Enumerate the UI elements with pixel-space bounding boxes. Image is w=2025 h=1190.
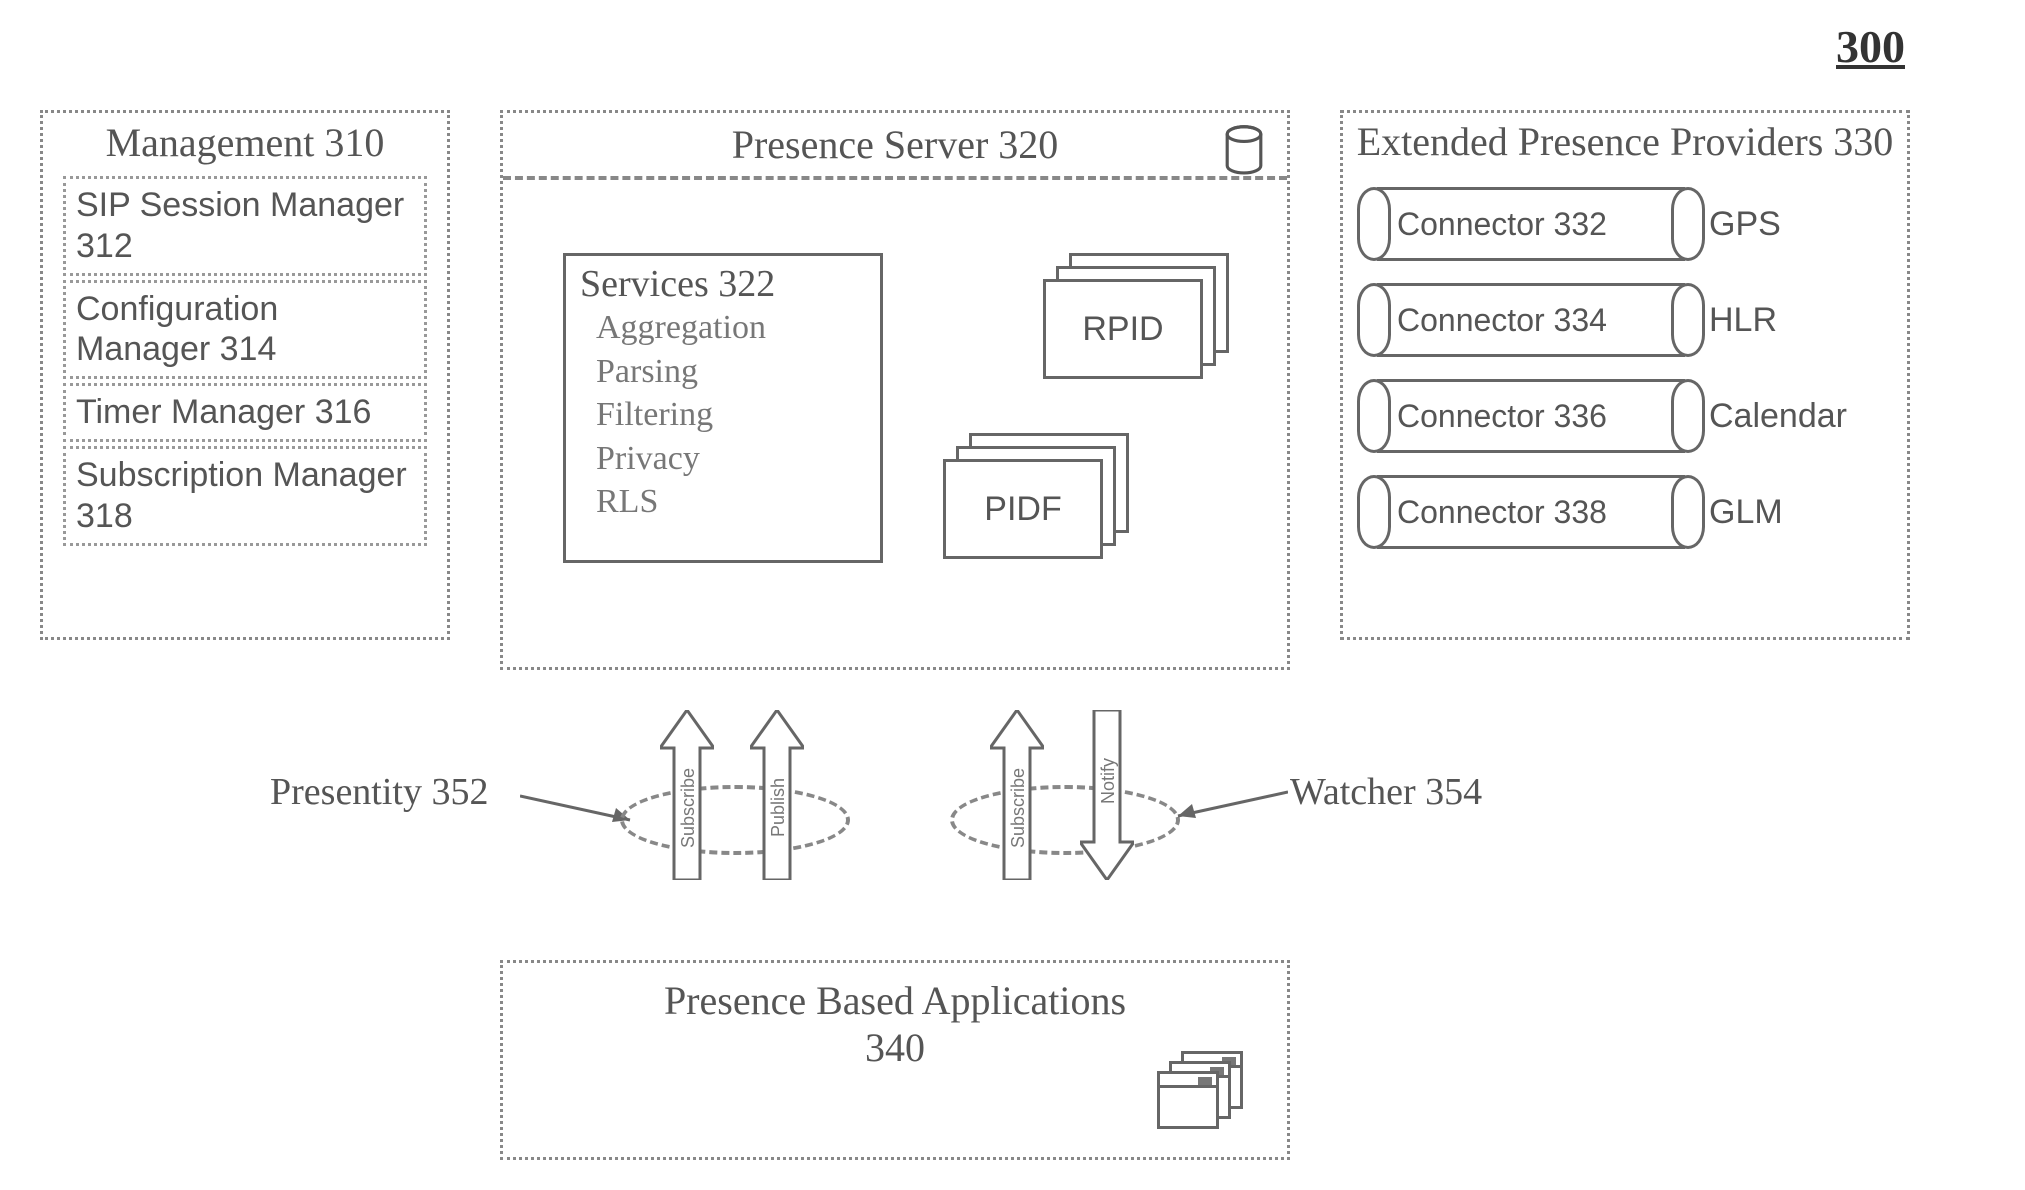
- watcher-pointer: [1168, 786, 1288, 826]
- connector-row: Connector 338 GLM: [1371, 475, 1879, 549]
- presence-server-title: Presence Server 320: [515, 121, 1275, 168]
- flow-area: Presentity 352 Subscribe Publish Watcher…: [0, 690, 2025, 950]
- service-item: Filtering: [596, 393, 866, 437]
- service-item: Privacy: [596, 437, 866, 481]
- service-item: Parsing: [596, 350, 866, 394]
- connector-row: Connector 332 GPS: [1371, 187, 1879, 261]
- management-title: Management 310: [43, 113, 447, 168]
- arrow-text: Notify: [1098, 758, 1119, 804]
- connector-label: Connector 334: [1397, 302, 1607, 339]
- database-icon: [1223, 125, 1265, 181]
- connector-label: Connector 338: [1397, 494, 1607, 531]
- service-item: RLS: [596, 480, 866, 524]
- arrow-text: Subscribe: [1008, 768, 1029, 848]
- pidf-label: PIDF: [984, 490, 1061, 529]
- management-box: Management 310 SIP Session Manager 312 C…: [40, 110, 450, 640]
- pidf-stack: PIDF: [943, 433, 1133, 573]
- connector-row: Connector 334 HLR: [1371, 283, 1879, 357]
- extended-providers-box: Extended Presence Providers 330 Connecto…: [1340, 110, 1910, 640]
- presence-server-box: Presence Server 320 Services 322 Aggrega…: [500, 110, 1290, 670]
- presentity-label: Presentity 352: [270, 770, 488, 814]
- extended-providers-title: Extended Presence Providers 330: [1343, 113, 1907, 167]
- provider-label: GLM: [1709, 493, 1783, 532]
- apps-box: Presence Based Applications 340: [500, 960, 1290, 1160]
- presentity-ellipse: [620, 785, 850, 855]
- connector-row: Connector 336 Calendar: [1371, 379, 1879, 453]
- watcher-label: Watcher 354: [1290, 770, 1482, 814]
- presence-server-header: Presence Server 320: [503, 113, 1287, 180]
- notify-down-arrow-icon: Notify: [1080, 710, 1134, 880]
- watcher-ellipse: [950, 785, 1180, 855]
- services-box: Services 322 Aggregation Parsing Filteri…: [563, 253, 883, 563]
- provider-label: HLR: [1709, 301, 1777, 340]
- services-title: Services 322: [580, 262, 866, 306]
- connector-capsule: Connector 332: [1371, 187, 1691, 261]
- subscribe-up-arrow-icon: Subscribe: [990, 710, 1044, 880]
- connector-capsule: Connector 338: [1371, 475, 1691, 549]
- apps-title: Presence Based Applications: [503, 963, 1287, 1024]
- extended-providers-items: Connector 332 GPS Connector 334 HLR Conn…: [1343, 167, 1907, 585]
- apps-window-icon: [1157, 1051, 1247, 1131]
- services-list: Aggregation Parsing Filtering Privacy RL…: [580, 306, 866, 524]
- connector-capsule: Connector 334: [1371, 283, 1691, 357]
- mgmt-item: Timer Manager 316: [63, 383, 427, 442]
- mgmt-item: Configuration Manager 314: [63, 280, 427, 380]
- connector-capsule: Connector 336: [1371, 379, 1691, 453]
- service-item: Aggregation: [596, 306, 866, 350]
- publish-up-arrow-icon: Publish: [750, 710, 804, 880]
- connector-label: Connector 332: [1397, 206, 1607, 243]
- mgmt-item: SIP Session Manager 312: [63, 176, 427, 276]
- mgmt-item: Subscription Manager 318: [63, 446, 427, 546]
- arrow-text: Publish: [768, 778, 789, 837]
- provider-label: Calendar: [1709, 397, 1847, 436]
- rpid-label: RPID: [1082, 310, 1163, 349]
- arrow-text: Subscribe: [678, 768, 699, 848]
- connector-label: Connector 336: [1397, 398, 1607, 435]
- management-items: SIP Session Manager 312 Configuration Ma…: [43, 168, 447, 562]
- rpid-stack: RPID: [1043, 253, 1233, 393]
- subscribe-up-arrow-icon: Subscribe: [660, 710, 714, 880]
- provider-label: GPS: [1709, 205, 1781, 244]
- figure-number: 300: [1836, 20, 1905, 73]
